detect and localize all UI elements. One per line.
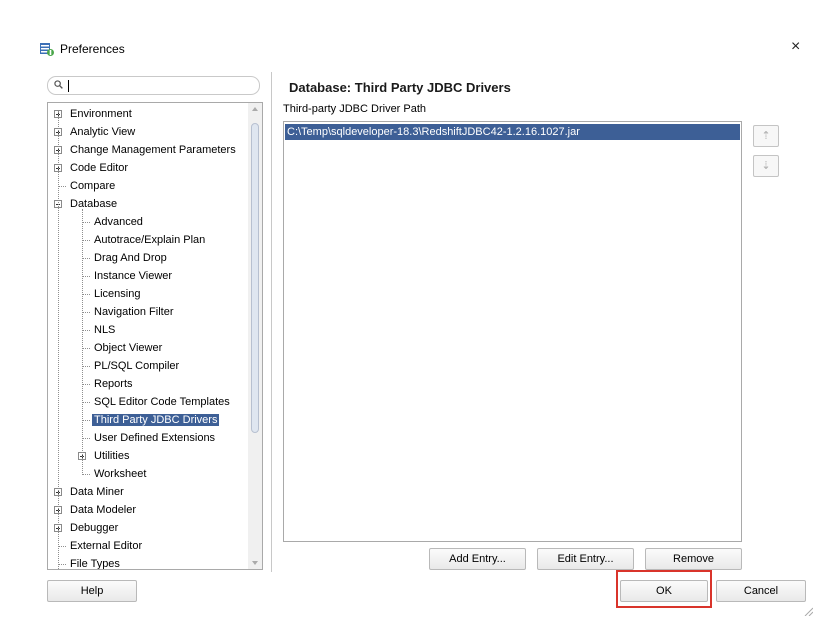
tree-item-label: Compare <box>70 180 116 192</box>
add-entry-button[interactable]: Add Entry... <box>429 548 526 570</box>
tree-item-instance-viewer[interactable]: Instance Viewer <box>82 267 174 285</box>
tree-item-label: Utilities <box>94 450 130 462</box>
tree-item-data-modeler[interactable]: Data Modeler <box>54 501 138 519</box>
tree-item-label: Advanced <box>94 216 143 228</box>
tree-item-sql-editor-code-templates[interactable]: SQL Editor Code Templates <box>82 393 232 411</box>
ok-button-highlight <box>616 570 712 608</box>
move-up-button[interactable]: ⇡ <box>753 125 779 147</box>
tree-connector <box>82 420 90 421</box>
list-item[interactable]: C:\Temp\sqldeveloper-18.3\RedshiftJDBC42… <box>285 124 740 140</box>
tree-connector <box>82 474 90 475</box>
tree-item-utilities[interactable]: Utilities <box>78 447 131 465</box>
tree-item-external-editor[interactable]: External Editor <box>58 537 144 555</box>
tree-item-worksheet[interactable]: Worksheet <box>82 465 148 483</box>
tree-item-label: Code Editor <box>70 162 129 174</box>
tree-item-file-types[interactable]: File Types <box>58 555 122 570</box>
preferences-app-icon <box>40 43 54 56</box>
tree-item-label: Instance Viewer <box>94 270 173 282</box>
tree-item-label: Autotrace/Explain Plan <box>94 234 206 246</box>
tree-connector <box>82 312 90 313</box>
tree-item-drag-and-drop[interactable]: Drag And Drop <box>82 249 169 267</box>
tree-item-label: Worksheet <box>94 468 147 480</box>
tree-item-database[interactable]: Database <box>54 195 119 213</box>
tree-connector <box>58 186 66 187</box>
tree-item-advanced[interactable]: Advanced <box>82 213 145 231</box>
tree-item-licensing[interactable]: Licensing <box>82 285 142 303</box>
tree-item-label: Analytic View <box>70 126 136 138</box>
edit-entry-button[interactable]: Edit Entry... <box>537 548 634 570</box>
tree-item-pl-sql-compiler[interactable]: PL/SQL Compiler <box>82 357 181 375</box>
tree-connector <box>82 258 90 259</box>
tree-item-label: Drag And Drop <box>94 252 167 264</box>
tree-item-code-editor[interactable]: Code Editor <box>54 159 130 177</box>
tree-item-label: Database <box>70 198 118 210</box>
tree-connector <box>82 402 90 403</box>
tree-connector <box>82 209 83 475</box>
move-down-button[interactable]: ⇣ <box>753 155 779 177</box>
tree-item-label: NLS <box>94 324 116 336</box>
tree-item-label: User Defined Extensions <box>94 432 216 444</box>
move-up-icon: ⇡ <box>761 130 771 142</box>
tree-item-reports[interactable]: Reports <box>82 375 135 393</box>
tree-item-label: Data Modeler <box>70 504 137 516</box>
help-button[interactable]: Help <box>47 580 137 602</box>
tree-item-debugger[interactable]: Debugger <box>54 519 120 537</box>
tree-connector <box>58 111 59 569</box>
search-box[interactable] <box>47 76 260 95</box>
tree-item-label: Third Party JDBC Drivers <box>92 414 220 426</box>
close-icon[interactable]: × <box>791 38 800 56</box>
scroll-up-icon[interactable] <box>252 107 258 111</box>
tree-item-compare[interactable]: Compare <box>58 177 117 195</box>
tree-connector <box>82 222 90 223</box>
search-icon <box>54 80 63 89</box>
tree-connector <box>82 348 90 349</box>
driver-path-list[interactable]: C:\Temp\sqldeveloper-18.3\RedshiftJDBC42… <box>283 121 742 542</box>
cancel-button[interactable]: Cancel <box>716 580 806 602</box>
tree-item-analytic-view[interactable]: Analytic View <box>54 123 137 141</box>
search-input[interactable] <box>68 78 248 93</box>
scrollbar-thumb[interactable] <box>251 123 259 433</box>
tree-connector <box>58 564 66 565</box>
preferences-tree[interactable]: Environment Analytic View Change Managemen… <box>47 102 263 570</box>
tree-item-label: Licensing <box>94 288 141 300</box>
tree-item-nls[interactable]: NLS <box>82 321 117 339</box>
tree-item-third-party-jdbc-drivers[interactable]: Third Party JDBC Drivers <box>82 411 220 429</box>
remove-button[interactable]: Remove <box>645 548 742 570</box>
tree-item-label: Change Management Parameters <box>70 144 236 156</box>
resize-grip-icon[interactable] <box>803 606 813 616</box>
tree-item-label: Navigation Filter <box>94 306 174 318</box>
tree-item-change-management-parameters[interactable]: Change Management Parameters <box>54 141 238 159</box>
tree-connector <box>82 438 90 439</box>
tree-item-navigation-filter[interactable]: Navigation Filter <box>82 303 175 321</box>
tree-connector <box>82 294 90 295</box>
scroll-down-icon[interactable] <box>252 561 258 565</box>
tree-item-user-defined-extensions[interactable]: User Defined Extensions <box>82 429 217 447</box>
move-down-icon: ⇣ <box>761 160 771 172</box>
tree-item-object-viewer[interactable]: Object Viewer <box>82 339 164 357</box>
tree-item-environment[interactable]: Environment <box>54 105 134 123</box>
tree-connector <box>82 384 90 385</box>
tree-connector <box>82 366 90 367</box>
tree-connector <box>82 240 90 241</box>
tree-item-label: File Types <box>70 558 120 570</box>
driver-path-label: Third-party JDBC Driver Path <box>283 103 427 115</box>
tree-item-label: PL/SQL Compiler <box>94 360 180 372</box>
tree-scrollbar[interactable] <box>248 103 262 569</box>
tree-connector <box>82 330 90 331</box>
tree-item-label: Reports <box>94 378 133 390</box>
tree-connector <box>82 276 90 277</box>
window-title: Preferences <box>60 42 125 56</box>
tree-item-label: SQL Editor Code Templates <box>94 396 230 408</box>
tree-item-label: External Editor <box>70 540 143 552</box>
tree-connector <box>58 546 66 547</box>
tree-item-data-miner[interactable]: Data Miner <box>54 483 126 501</box>
tree-item-label: Data Miner <box>70 486 124 498</box>
page-title: Database: Third Party JDBC Drivers <box>289 80 511 95</box>
pane-splitter[interactable] <box>271 72 272 572</box>
tree-item-label: Debugger <box>70 522 119 534</box>
tree-item-autotrace-explain-plan[interactable]: Autotrace/Explain Plan <box>82 231 207 249</box>
tree-item-label: Object Viewer <box>94 342 163 354</box>
tree-item-label: Environment <box>70 108 132 120</box>
